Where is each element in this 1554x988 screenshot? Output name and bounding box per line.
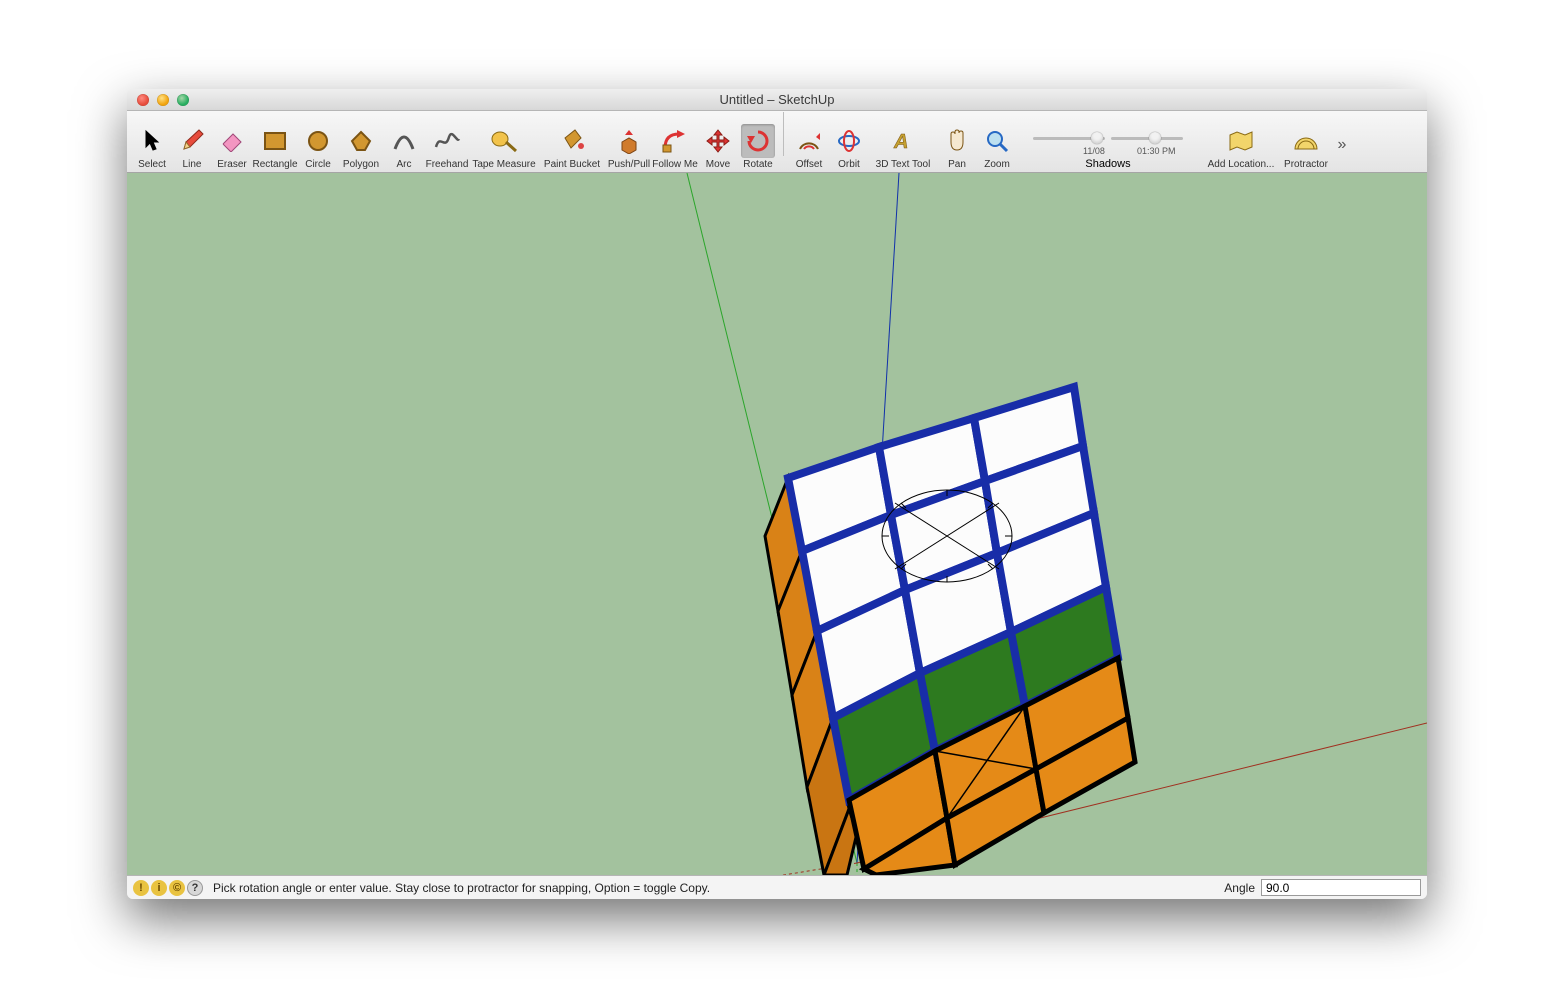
status-hint: Pick rotation angle or enter value. Stay…	[209, 881, 1218, 895]
tool-eraser[interactable]: Eraser	[213, 124, 251, 170]
offset-icon	[792, 124, 826, 158]
hand-icon	[940, 124, 974, 158]
map-icon	[1224, 124, 1258, 158]
help-icon[interactable]: ?	[187, 880, 203, 896]
tool-protractor[interactable]: Protractor	[1284, 124, 1328, 170]
freehand-icon	[430, 124, 464, 158]
tool-orbit[interactable]: Orbit	[830, 124, 868, 170]
angle-label: Angle	[1218, 881, 1261, 895]
tool-tape-measure[interactable]: Tape Measure	[471, 124, 537, 170]
bucket-icon	[555, 124, 589, 158]
rotate-icon	[741, 124, 775, 158]
shadows-label: Shadows	[1085, 158, 1130, 170]
tool-arc[interactable]: Arc	[385, 124, 423, 170]
angle-input[interactable]	[1261, 879, 1421, 896]
tool-3d-text[interactable]: A 3D Text Tool	[870, 124, 936, 170]
protractor-icon	[1289, 124, 1323, 158]
toolbar-overflow[interactable]: »	[1330, 136, 1354, 170]
tool-select[interactable]: Select	[133, 124, 171, 170]
cube-model	[765, 387, 1135, 875]
zoom-icon	[980, 124, 1014, 158]
shadows-control: 11/08 01:30 PM Shadows	[1018, 130, 1198, 170]
tool-rectangle[interactable]: Rectangle	[253, 124, 297, 170]
orbit-icon	[832, 124, 866, 158]
shadow-date-slider[interactable]: 11/08	[1033, 130, 1105, 146]
tool-zoom[interactable]: Zoom	[978, 124, 1016, 170]
polygon-icon	[344, 124, 378, 158]
tool-freehand[interactable]: Freehand	[425, 124, 469, 170]
status-icon-3[interactable]: ©	[169, 880, 185, 896]
shadow-time-slider[interactable]: 01:30 PM	[1111, 130, 1183, 146]
toolbar: Select Line Eraser Rectangle Circle Poly	[127, 111, 1427, 173]
move-icon	[701, 124, 735, 158]
tool-offset[interactable]: Offset	[790, 124, 828, 170]
tool-move[interactable]: Move	[699, 124, 737, 170]
pencil-icon	[175, 124, 209, 158]
statusbar: ! i © ? Pick rotation angle or enter val…	[127, 875, 1427, 899]
cursor-icon	[135, 124, 169, 158]
tool-pan[interactable]: Pan	[938, 124, 976, 170]
window-title: Untitled – SketchUp	[127, 89, 1427, 111]
tool-polygon[interactable]: Polygon	[339, 124, 383, 170]
pushpull-icon	[612, 124, 646, 158]
tool-push-pull[interactable]: Push/Pull	[607, 124, 651, 170]
tool-rotate[interactable]: Rotate	[739, 124, 777, 170]
status-icon-2[interactable]: i	[151, 880, 167, 896]
arc-icon	[387, 124, 421, 158]
tool-follow-me[interactable]: Follow Me	[653, 124, 697, 170]
tool-add-location[interactable]: Add Location...	[1200, 124, 1282, 170]
tool-paint-bucket[interactable]: Paint Bucket	[539, 124, 605, 170]
followme-icon	[658, 124, 692, 158]
circle-icon	[301, 124, 335, 158]
svg-text:A: A	[893, 131, 908, 153]
status-icon-group: ! i © ?	[127, 880, 209, 896]
toolbar-separator	[783, 112, 784, 156]
status-icon-1[interactable]: !	[133, 880, 149, 896]
app-window: Untitled – SketchUp Select Line Eraser R…	[127, 89, 1427, 899]
text3d-icon: A	[886, 124, 920, 158]
rectangle-icon	[258, 124, 292, 158]
tool-circle[interactable]: Circle	[299, 124, 337, 170]
titlebar[interactable]: Untitled – SketchUp	[127, 89, 1427, 111]
tape-icon	[487, 124, 521, 158]
tool-line[interactable]: Line	[173, 124, 211, 170]
eraser-icon	[215, 124, 249, 158]
viewport-3d[interactable]	[127, 173, 1427, 875]
